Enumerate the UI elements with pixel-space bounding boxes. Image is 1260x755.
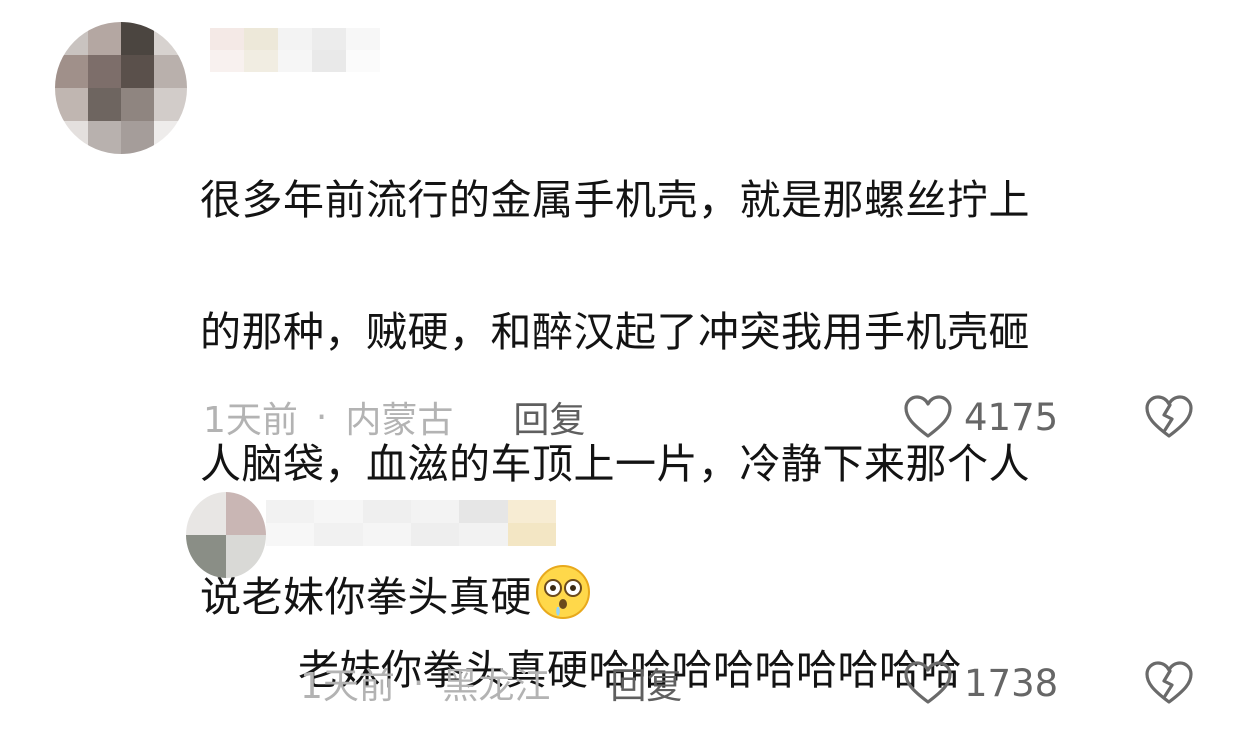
dislike-button[interactable] xyxy=(1143,660,1195,706)
broken-heart-outline-icon xyxy=(1145,395,1193,438)
reply-comment-item: 老妹你拳头真硬哈哈哈哈哈哈哈哈哈 1天前 · 黑龙江 回复 1738 xyxy=(0,470,1260,755)
username[interactable] xyxy=(210,28,380,72)
dislike-button[interactable] xyxy=(1143,394,1195,440)
comment-location: 内蒙古 xyxy=(345,400,454,441)
like-count: 1738 xyxy=(964,661,1059,705)
reply-button[interactable]: 回复 xyxy=(610,657,682,709)
like-button[interactable]: 4175 xyxy=(902,391,1058,443)
like-button[interactable]: 1738 xyxy=(902,657,1058,709)
username[interactable] xyxy=(266,500,556,546)
avatar[interactable] xyxy=(55,22,187,154)
comment-meta: 1天前 · 黑龙江 回复 xyxy=(300,657,682,709)
heart-outline-icon xyxy=(904,395,952,438)
comment-location: 黑龙江 xyxy=(442,666,551,707)
comment-time: 1天前 xyxy=(203,400,298,441)
comment-time: 1天前 xyxy=(300,666,395,707)
comment-meta: 1天前 · 内蒙古 回复 xyxy=(203,391,585,443)
comment-line: 的那种，贼硬，和醉汉起了冲突我用手机壳砸 xyxy=(200,308,1030,356)
comment-line: 很多年前流行的金属手机壳，就是那螺丝拧上 xyxy=(200,176,1030,224)
comment-item: 很多年前流行的金属手机壳，就是那螺丝拧上 的那种，贼硬，和醉汉起了冲突我用手机壳… xyxy=(0,0,1260,621)
reply-button[interactable]: 回复 xyxy=(513,391,585,443)
heart-outline-icon xyxy=(904,661,952,704)
meta-separator: · xyxy=(412,662,425,704)
avatar[interactable] xyxy=(186,492,266,578)
meta-separator: · xyxy=(315,396,328,438)
broken-heart-outline-icon xyxy=(1145,661,1193,704)
like-count: 4175 xyxy=(964,395,1059,439)
